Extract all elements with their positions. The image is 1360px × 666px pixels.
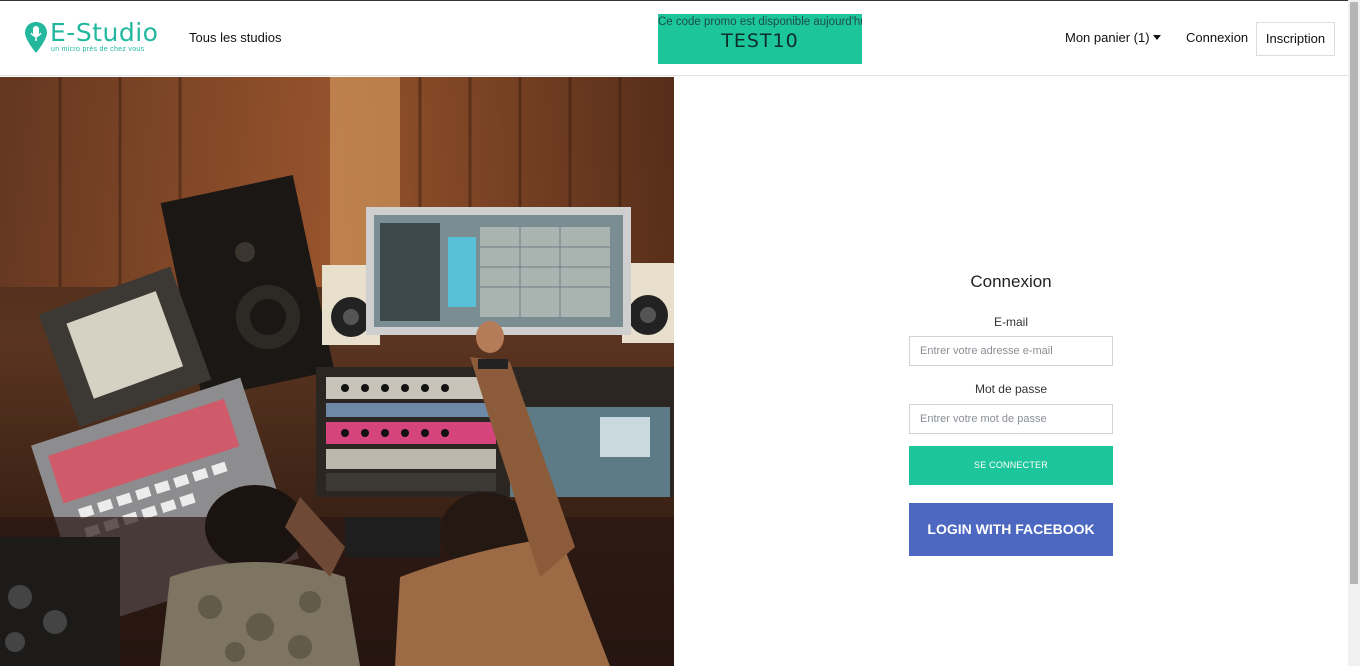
signup-button[interactable]: Inscription — [1256, 22, 1335, 56]
promo-message: Ce code promo est disponible aujourd'hui — [658, 16, 862, 28]
cart-dropdown[interactable]: Mon panier (1) — [1065, 30, 1161, 45]
site-logo[interactable]: E-Studio un micro près de chez vous — [24, 18, 159, 59]
logo-text: E-Studio — [50, 18, 159, 47]
nav-all-studios-link[interactable]: Tous les studios — [189, 30, 282, 45]
email-label: E-mail — [993, 315, 1028, 329]
submit-login-button[interactable]: SE CONNECTER — [909, 446, 1113, 485]
logo-tagline: un micro près de chez vous — [51, 46, 145, 53]
facebook-login-button[interactable]: LOGIN WITH FACEBOOK — [909, 503, 1113, 556]
nav-login-link[interactable]: Connexion — [1186, 30, 1248, 45]
email-input[interactable] — [909, 336, 1113, 366]
scrollbar-thumb[interactable] — [1350, 2, 1358, 584]
cart-label: Mon panier (1) — [1065, 30, 1150, 45]
login-title: Connexion — [970, 272, 1052, 291]
password-label: Mot de passe — [974, 382, 1048, 396]
microphone-pin-icon — [25, 22, 47, 53]
password-input[interactable] — [909, 404, 1113, 434]
studio-photo — [0, 77, 674, 666]
page-scrollbar[interactable] — [1348, 0, 1360, 666]
promo-code: TEST10 — [721, 30, 799, 52]
promo-banner: Ce code promo est disponible aujourd'hui… — [658, 14, 862, 64]
caret-down-icon — [1152, 35, 1161, 41]
top-navbar: E-Studio un micro près de chez vous Tous… — [0, 0, 1348, 76]
